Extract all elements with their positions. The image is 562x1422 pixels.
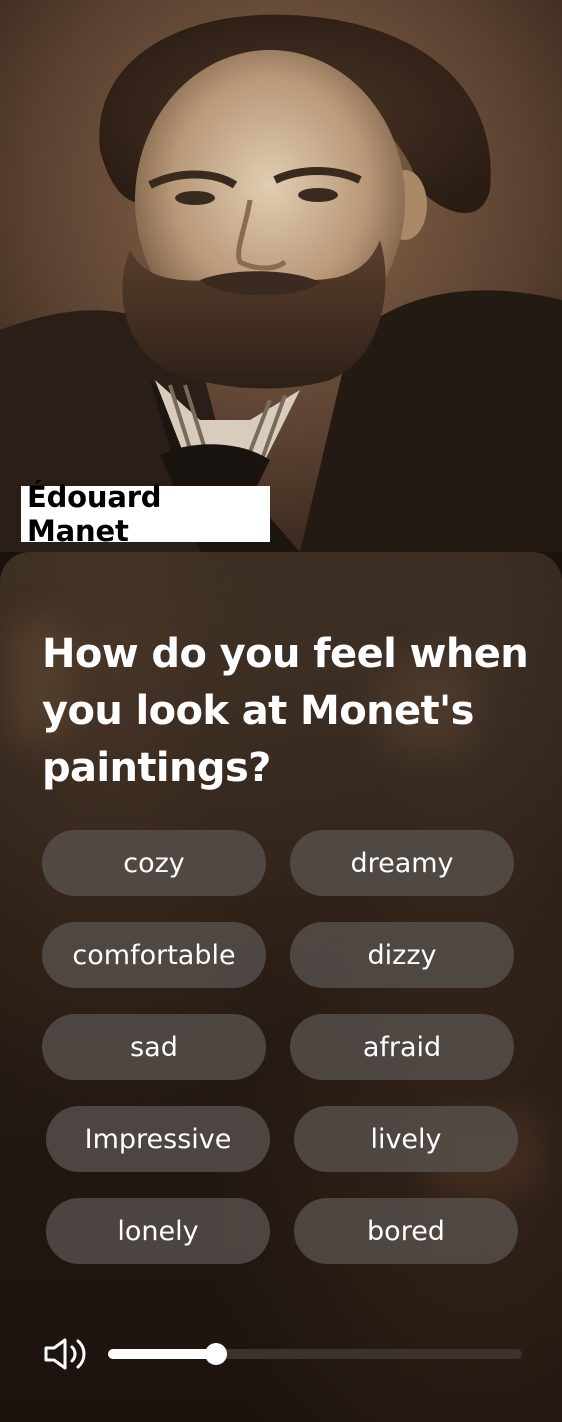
- option-chip[interactable]: cozy: [42, 830, 266, 896]
- quiz-panel: How do you feel when you look at Monet's…: [0, 552, 562, 1422]
- option-chip[interactable]: lonely: [46, 1198, 270, 1264]
- volume-slider-thumb[interactable]: [204, 1343, 227, 1365]
- question-title: How do you feel when you look at Monet's…: [42, 631, 529, 791]
- volume-slider[interactable]: [108, 1343, 522, 1365]
- artist-portrait: Édouard Manet: [0, 0, 562, 552]
- option-chip[interactable]: sad: [42, 1014, 266, 1080]
- option-chip[interactable]: comfortable: [42, 922, 266, 988]
- portrait-photo: [0, 0, 562, 552]
- option-chip[interactable]: bored: [294, 1198, 518, 1264]
- option-chip[interactable]: lively: [294, 1106, 518, 1172]
- option-chip[interactable]: afraid: [290, 1014, 514, 1080]
- speaker-icon[interactable]: [43, 1336, 89, 1372]
- app-screen: Édouard Manet How do you feel when you l…: [0, 0, 562, 1422]
- volume-slider-fill: [108, 1349, 216, 1359]
- option-chip[interactable]: dizzy: [290, 922, 514, 988]
- option-chip[interactable]: dreamy: [290, 830, 514, 896]
- artist-name-caption: Édouard Manet: [21, 480, 270, 548]
- option-chip[interactable]: Impressive: [46, 1106, 270, 1172]
